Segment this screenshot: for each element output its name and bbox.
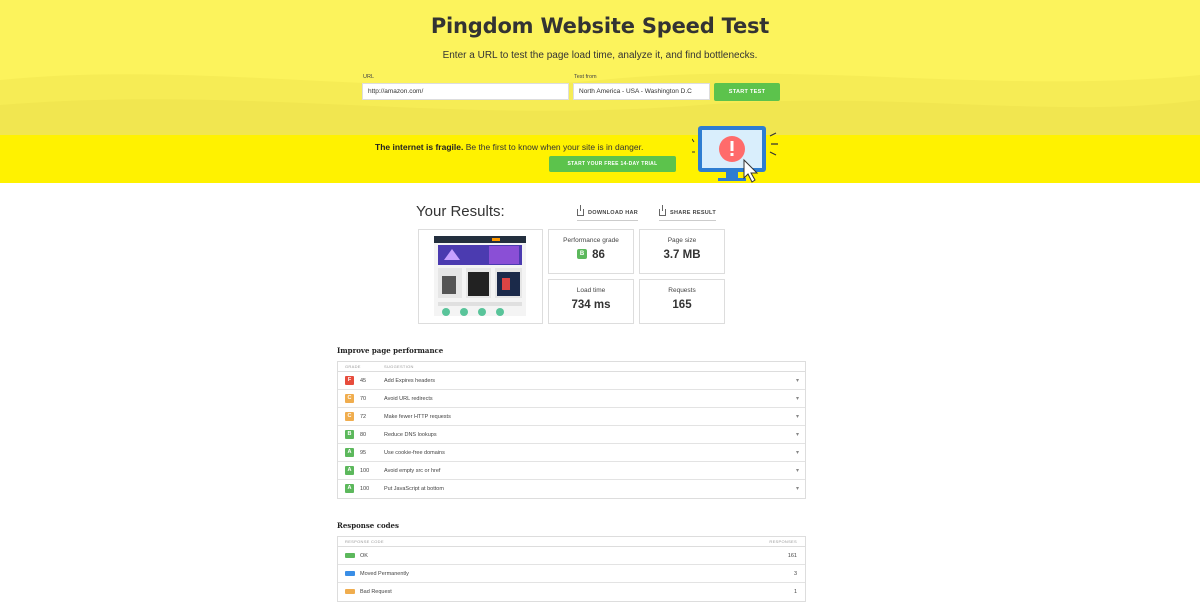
performance-rows: F 45 Add Expires headers ▾ C 70 Avoid URL redi… xyxy=(338,372,805,498)
suggestion-column-header: SUGGESTION xyxy=(384,364,414,369)
amazon-screenshot-image xyxy=(434,236,526,316)
status-color-swatch xyxy=(345,589,355,594)
grade-badge: A xyxy=(345,466,354,475)
score-value: 80 xyxy=(360,432,367,438)
response-code-row: Moved Permanently 3 xyxy=(338,565,805,583)
start-test-button[interactable]: START TEST xyxy=(714,83,780,101)
grade-column-header: GRADE xyxy=(345,364,361,369)
download-har-label: DOWNLOAD HAR xyxy=(588,209,639,216)
results-title: Your Results: xyxy=(416,203,505,220)
response-codes-table: RESPONSE CODE RESPONSES OK 161 Moved Perma… xyxy=(337,536,806,602)
page-size-card: Page size 3.7 MB xyxy=(639,229,725,274)
page-size-label: Page size xyxy=(667,237,697,244)
requests-card: Requests 165 xyxy=(639,279,725,324)
score-value: 72 xyxy=(360,414,367,420)
load-time-value: 734 ms xyxy=(571,299,611,311)
grade-badge: B xyxy=(345,430,354,439)
score-value: 95 xyxy=(360,450,367,456)
performance-row[interactable]: A 100 Put JavaScript at bottom ▾ xyxy=(338,480,805,498)
hero-section: Pingdom Website Speed Test Enter a URL t… xyxy=(0,0,1200,135)
free-trial-button[interactable]: START YOUR FREE 14-DAY TRIAL xyxy=(549,156,676,172)
suggestion-text: Add Expires headers xyxy=(384,378,436,384)
grade-badge: A xyxy=(345,448,354,457)
performance-grade-value-wrap: B 86 xyxy=(549,248,633,261)
response-code-rows: OK 161 Moved Permanently 3 Bad Request 1 xyxy=(338,547,805,601)
response-codes-header: RESPONSE CODE RESPONSES xyxy=(338,537,805,547)
chevron-down-icon[interactable]: ▾ xyxy=(796,431,799,438)
performance-row[interactable]: F 45 Add Expires headers ▾ xyxy=(338,372,805,390)
suggestion-text: Avoid empty src or href xyxy=(384,468,441,474)
url-input[interactable]: http://amazon.com/ xyxy=(362,83,569,100)
download-har-button[interactable]: DOWNLOAD HAR xyxy=(577,205,639,221)
chevron-down-icon[interactable]: ▾ xyxy=(796,377,799,384)
performance-row[interactable]: C 70 Avoid URL redirects ▾ xyxy=(338,390,805,408)
score-value: 100 xyxy=(360,468,370,474)
suggestion-text: Use cookie-free domains xyxy=(384,450,445,456)
load-time-card: Load time 734 ms xyxy=(548,279,634,324)
performance-grade-label: Performance grade xyxy=(563,237,619,244)
page-title: Pingdom Website Speed Test xyxy=(430,14,770,38)
performance-row[interactable]: C 72 Make fewer HTTP requests ▾ xyxy=(338,408,805,426)
grade-badge: A xyxy=(345,484,354,493)
responses-column-header: RESPONSES xyxy=(769,539,797,544)
response-code-label: Moved Permanently xyxy=(360,571,409,577)
test-from-label: Test from xyxy=(574,74,597,80)
requests-value: 165 xyxy=(672,299,692,311)
performance-row[interactable]: A 95 Use cookie-free domains ▾ xyxy=(338,444,805,462)
page-subtitle: Enter a URL to test the page load time, … xyxy=(442,50,758,61)
url-label: URL xyxy=(363,74,375,80)
chevron-down-icon[interactable]: ▾ xyxy=(796,449,799,456)
share-icon xyxy=(659,205,666,216)
banner-text: The internet is fragile. Be the first to… xyxy=(375,142,643,152)
performance-grade-value: 86 xyxy=(592,249,605,261)
page-size-value: 3.7 MB xyxy=(663,249,701,261)
response-code-label: Bad Request xyxy=(360,589,392,595)
performance-table-header: GRADE SUGGESTION xyxy=(338,362,805,372)
suggestion-text: Make fewer HTTP requests xyxy=(384,414,451,420)
suggestion-text: Avoid URL redirects xyxy=(384,396,433,402)
banner-body-text: Be the first to know when your site is i… xyxy=(463,142,644,152)
banner-bold-text: The internet is fragile. xyxy=(375,142,464,152)
response-codes-title: Response codes xyxy=(337,521,399,530)
requests-label: Requests xyxy=(668,287,696,294)
score-value: 45 xyxy=(360,378,367,384)
response-code-column-header: RESPONSE CODE xyxy=(345,539,384,544)
response-code-label: OK xyxy=(360,553,368,559)
performance-row[interactable]: B 80 Reduce DNS lookups ▾ xyxy=(338,426,805,444)
grade-badge: C xyxy=(345,412,354,421)
score-value: 100 xyxy=(360,486,370,492)
suggestion-text: Reduce DNS lookups xyxy=(384,432,437,438)
performance-grade-card: Performance grade B 86 xyxy=(548,229,634,274)
share-result-label: SHARE RESULT xyxy=(670,209,716,216)
chevron-down-icon[interactable]: ▾ xyxy=(796,485,799,492)
performance-section-title: Improve page performance xyxy=(337,346,444,355)
performance-row[interactable]: A 100 Avoid empty src or href ▾ xyxy=(338,462,805,480)
chevron-down-icon[interactable]: ▾ xyxy=(796,395,799,402)
suggestion-text: Put JavaScript at bottom xyxy=(384,486,444,492)
status-color-swatch xyxy=(345,553,355,558)
test-from-select[interactable]: North America - USA - Washington D.C xyxy=(573,83,710,100)
grade-badge: F xyxy=(345,376,354,385)
response-count: 1 xyxy=(793,589,797,595)
chevron-down-icon[interactable]: ▾ xyxy=(796,467,799,474)
response-count: 3 xyxy=(793,571,797,577)
alert-monitor-icon xyxy=(692,126,778,183)
grade-badge: C xyxy=(345,394,354,403)
status-color-swatch xyxy=(345,571,355,576)
site-screenshot-thumbnail xyxy=(434,236,526,316)
download-icon xyxy=(577,205,584,216)
response-code-row: OK 161 xyxy=(338,547,805,565)
performance-table: GRADE SUGGESTION F 45 Add Expires headers ▾… xyxy=(337,361,806,499)
response-code-row: Bad Request 1 xyxy=(338,583,805,601)
grade-badge: B xyxy=(577,248,588,259)
response-count: 161 xyxy=(787,553,797,559)
chevron-down-icon[interactable]: ▾ xyxy=(796,413,799,420)
load-time-label: Load time xyxy=(576,287,606,294)
score-value: 70 xyxy=(360,396,367,402)
share-result-button[interactable]: SHARE RESULT xyxy=(659,205,716,221)
